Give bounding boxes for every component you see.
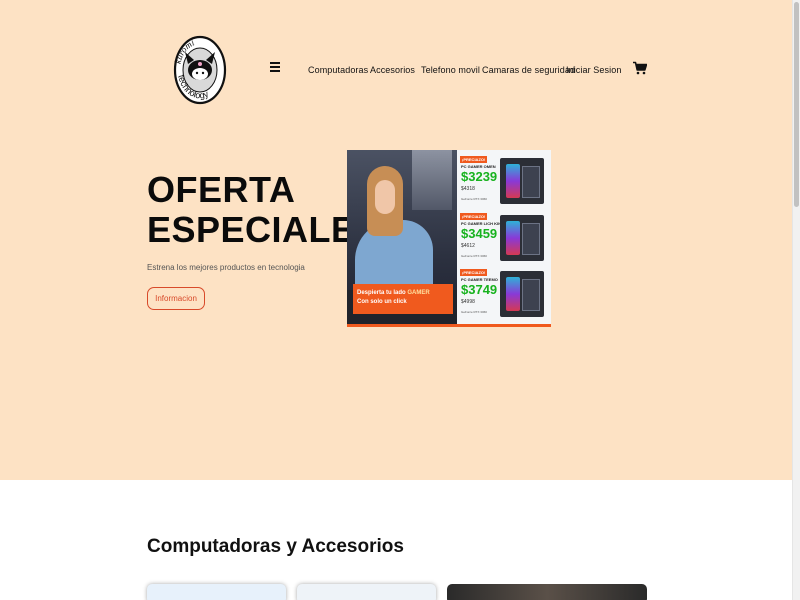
shopping-cart-icon[interactable] xyxy=(633,61,648,75)
nav-item-computadoras[interactable]: Computadoras xyxy=(308,65,368,75)
hero-title-line-2: ESPECIALES xyxy=(147,209,381,250)
promo-banner-image[interactable]: ¡PRECIAZO! PC GAMER OMEN $3239 $4318 GeF… xyxy=(347,150,551,327)
offer-spec: GeForce RTX 3060 xyxy=(461,310,487,314)
offer-card: ¡PRECIAZO! PC GAMER TEEMO $3749 $4998 Ge… xyxy=(460,267,550,322)
hero-subtitle: Estrena los mejores productos en tecnolo… xyxy=(147,263,305,272)
logo-text: kuromi technology xyxy=(173,37,211,100)
cta-line-2: Con solo un click xyxy=(357,299,407,305)
svg-text:technology: technology xyxy=(176,74,210,100)
nav-item-iniciar-sesion[interactable]: Iniciar Sesion xyxy=(566,65,621,75)
offer-tag: ¡PRECIAZO! xyxy=(460,269,488,276)
pc-tower-image xyxy=(500,271,544,317)
offer-old-price: $4998 xyxy=(461,299,475,305)
offer-card: ¡PRECIAZO! PC GAMER LICH KING $3459 $461… xyxy=(460,211,550,266)
hero-title: OFERTA ESPECIALES xyxy=(147,170,380,250)
offer-price: $3239 xyxy=(461,169,498,184)
offer-card: ¡PRECIAZO! PC GAMER OMEN $3239 $4318 GeF… xyxy=(460,154,550,209)
offer-tag: ¡PRECIAZO! xyxy=(460,156,488,163)
offer-old-price: $4612 xyxy=(461,243,475,249)
pc-tower-image xyxy=(500,158,544,204)
cta-accent: GAMER xyxy=(407,290,430,296)
offer-price: $3749 xyxy=(461,282,498,297)
hero-title-line-1: OFERTA xyxy=(147,169,296,210)
nav-item-telefono-movil[interactable]: Telefono movil xyxy=(421,65,480,75)
offer-old-price: $4318 xyxy=(461,186,475,192)
svg-text:kuromi: kuromi xyxy=(173,37,197,65)
banner-offers: ¡PRECIAZO! PC GAMER OMEN $3239 $4318 GeF… xyxy=(457,150,551,327)
cta-line-1: Despierta tu lado xyxy=(357,290,406,296)
banner-bottom-strip xyxy=(347,324,551,327)
offer-tag: ¡PRECIAZO! xyxy=(460,213,488,220)
nav-item-camaras-seguridad[interactable]: Camaras de seguridad xyxy=(482,65,575,75)
pc-tower-image xyxy=(500,215,544,261)
product-card[interactable] xyxy=(447,584,647,600)
product-card[interactable] xyxy=(147,584,286,600)
hamburger-menu-icon[interactable] xyxy=(270,62,280,73)
nav-item-accesorios[interactable]: Accesorios xyxy=(370,65,415,75)
product-card[interactable] xyxy=(297,584,436,600)
offer-spec: GeForce RTX 3060 xyxy=(461,197,487,201)
scrollbar-thumb[interactable] xyxy=(794,2,799,207)
offer-spec: GeForce RTX 3060 xyxy=(461,254,487,258)
banner-cta: Despierta tu lado GAMER Con solo un clic… xyxy=(353,284,453,314)
offer-price: $3459 xyxy=(461,226,498,241)
kuromi-logo[interactable]: kuromi technology xyxy=(172,34,228,106)
page-scrollbar[interactable] xyxy=(792,0,800,600)
informacion-button[interactable]: Informacion xyxy=(147,287,205,310)
section-title: Computadoras y Accesorios xyxy=(147,536,404,557)
